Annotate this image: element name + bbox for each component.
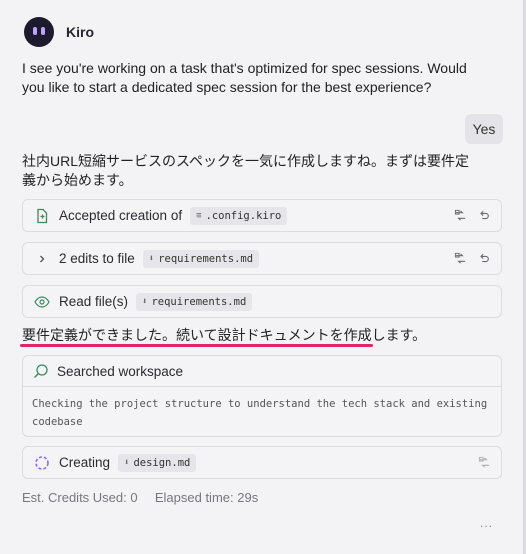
compare-icon[interactable] bbox=[477, 456, 491, 470]
file-name: .config.kiro bbox=[205, 209, 282, 222]
step-label: Accepted creation of bbox=[59, 208, 183, 223]
file-plus-icon bbox=[33, 207, 51, 225]
kiro-avatar bbox=[24, 17, 54, 47]
elapsed-time: Elapsed time: 29s bbox=[154, 490, 259, 505]
search-detail: Checking the project structure to unders… bbox=[32, 398, 488, 428]
eye-icon bbox=[33, 293, 51, 311]
search-icon bbox=[33, 363, 49, 379]
spinner-icon bbox=[33, 454, 51, 472]
compare-icon[interactable] bbox=[453, 252, 467, 266]
step-label: Read file(s) bbox=[59, 294, 129, 309]
intro-message: 社内URL短縮サービスのスペックを一気に作成しますね。まずは要件定義から始めます… bbox=[22, 153, 470, 188]
more-options-icon[interactable]: ... bbox=[480, 516, 493, 530]
yes-button[interactable]: Yes bbox=[465, 114, 503, 144]
file-name: requirements.md bbox=[151, 295, 247, 308]
step-label: Creating bbox=[59, 455, 111, 470]
file-chip[interactable]: ⬇ design.md bbox=[118, 453, 197, 472]
session-stats: Est. Credits Used: 0 Elapsed time: 29s bbox=[22, 490, 258, 505]
file-name: design.md bbox=[133, 456, 191, 469]
file-chip[interactable]: ⬇ requirements.md bbox=[136, 292, 253, 311]
markdown-icon: ⬇ bbox=[148, 253, 155, 264]
file-icon: ≡ bbox=[196, 210, 202, 221]
annotation-underline bbox=[20, 344, 373, 347]
agent-header: Kiro bbox=[24, 16, 94, 48]
markdown-icon: ⬇ bbox=[124, 457, 130, 468]
compare-icon[interactable] bbox=[453, 209, 467, 223]
step-edits-to-file[interactable]: 2 edits to file ⬇ requirements.md bbox=[22, 242, 502, 275]
search-title: Searched workspace bbox=[57, 363, 184, 379]
step-label: 2 edits to file bbox=[59, 251, 135, 266]
markdown-icon: ⬇ bbox=[142, 296, 148, 307]
progress-message: 要件定義ができました。続いて設計ドキュメントを作成します。 bbox=[22, 327, 427, 343]
step-accepted-creation[interactable]: Accepted creation of ≡ .config.kiro bbox=[22, 199, 502, 232]
agent-name: Kiro bbox=[66, 24, 94, 40]
step-creating[interactable]: Creating ⬇ design.md bbox=[22, 446, 502, 479]
file-chip[interactable]: ≡ .config.kiro bbox=[190, 206, 288, 225]
step-read-files[interactable]: Read file(s) ⬇ requirements.md bbox=[22, 285, 502, 318]
chevron-right-icon[interactable] bbox=[33, 250, 51, 268]
undo-icon[interactable] bbox=[477, 252, 491, 266]
prompt-message: I see you're working on a task that's op… bbox=[22, 60, 467, 95]
credits-used: Est. Credits Used: 0 bbox=[22, 490, 138, 505]
undo-icon[interactable] bbox=[477, 209, 491, 223]
file-chip[interactable]: ⬇ requirements.md bbox=[142, 249, 260, 268]
file-name: requirements.md bbox=[158, 252, 254, 265]
searched-workspace-card[interactable]: Searched workspace Checking the project … bbox=[22, 355, 502, 437]
